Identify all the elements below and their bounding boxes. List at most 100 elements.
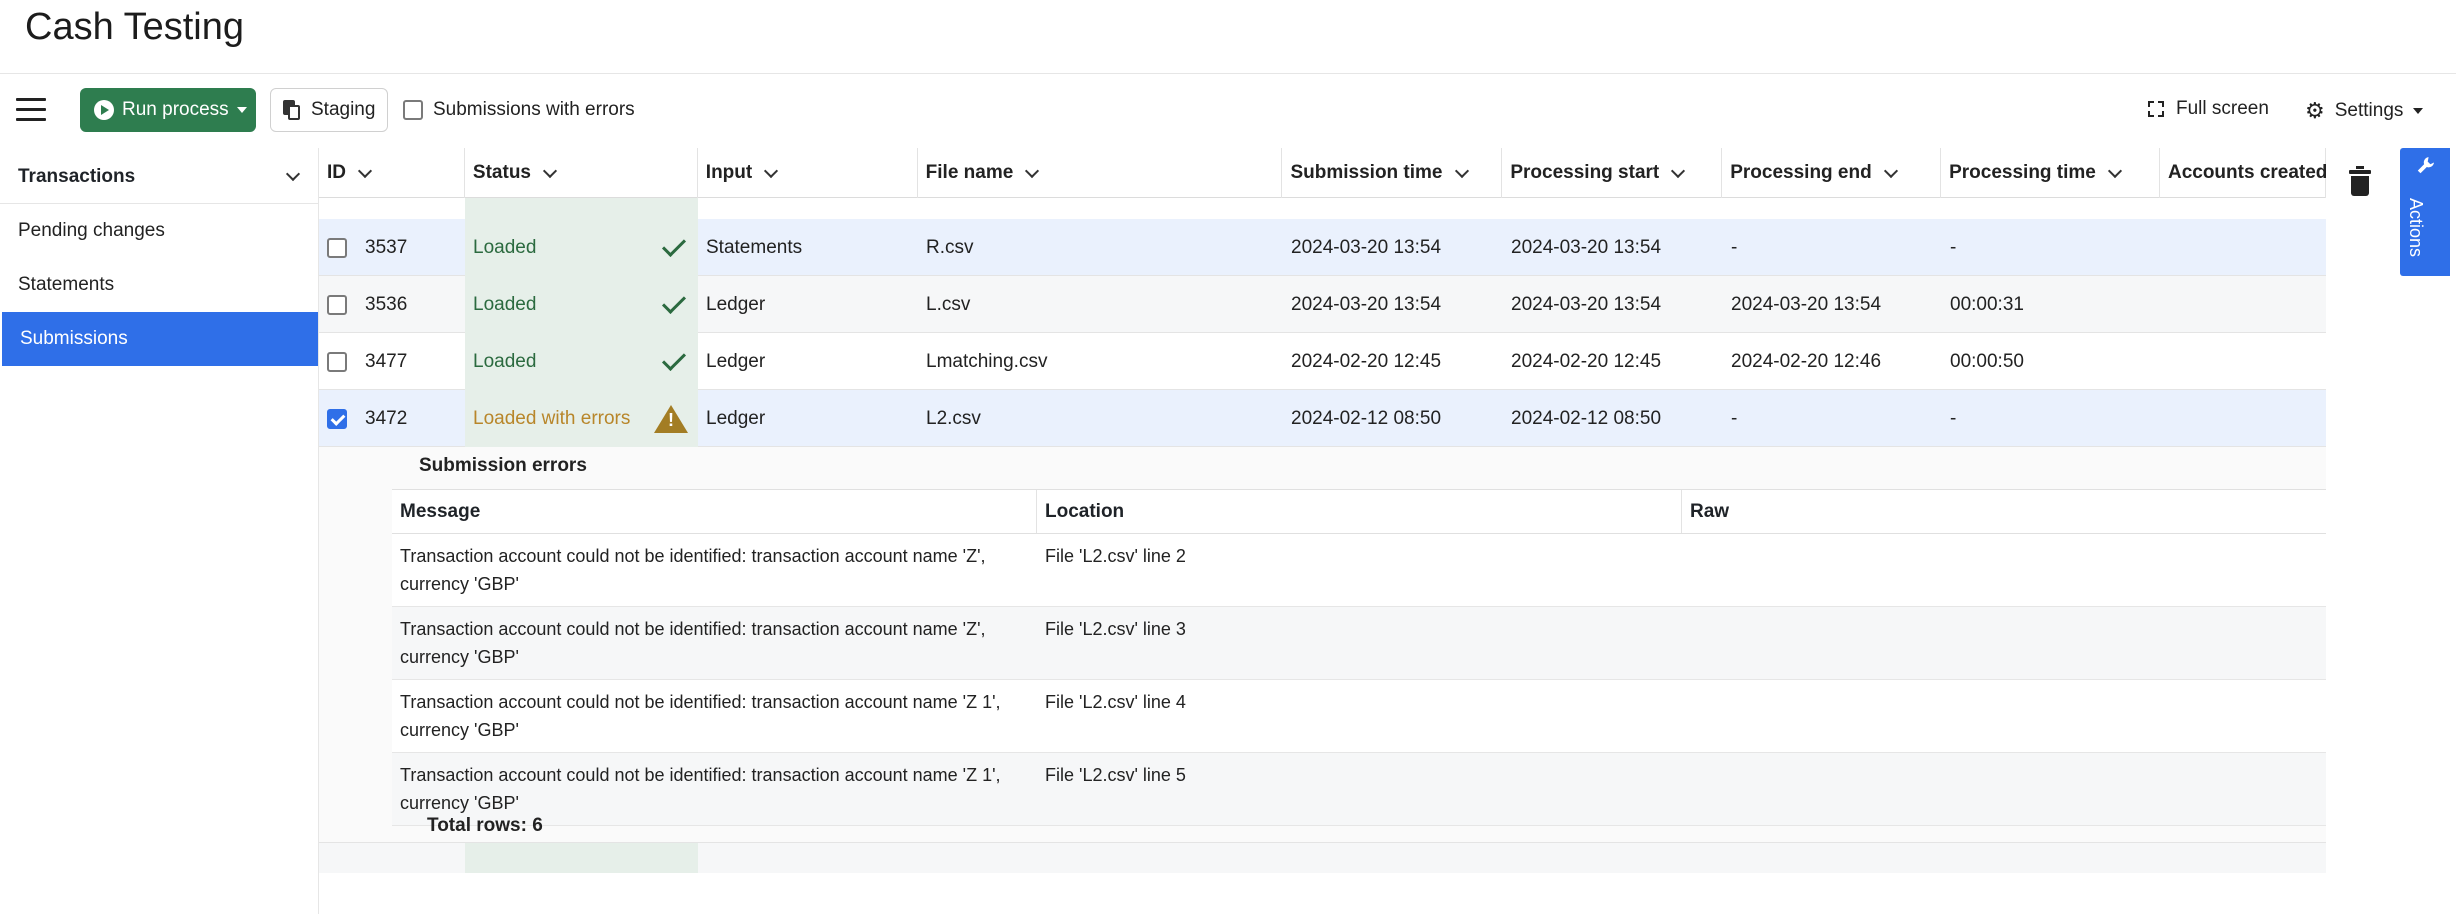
- column-header-input[interactable]: Input: [698, 148, 918, 198]
- error-location: File 'L2.csv' line 3: [1045, 619, 1186, 639]
- cell-input: Ledger: [706, 350, 766, 372]
- cell-processing-end: -: [1731, 407, 1738, 429]
- cell-processing-time: 00:00:31: [1950, 293, 2024, 315]
- column-header-file-name[interactable]: File name: [918, 148, 1283, 198]
- table-row[interactable]: 3477 Loaded Ledger Lmatching.csv 2024-02…: [319, 333, 2326, 390]
- cell-id: 3536: [365, 293, 408, 315]
- row-checkbox[interactable]: [327, 351, 347, 372]
- column-header-location[interactable]: Location: [1037, 490, 1682, 533]
- fullscreen-button[interactable]: Full screen: [2148, 98, 2269, 120]
- cell-file-name: L.csv: [926, 293, 971, 315]
- sidebar-item-submissions[interactable]: Submissions: [2, 312, 318, 366]
- submission-errors-table: Message Location Raw Transaction account…: [392, 489, 2326, 826]
- check-icon: [661, 346, 687, 371]
- settings-label: Settings: [2334, 100, 2404, 121]
- sidebar: Transactions Pending changes Statements …: [0, 150, 318, 366]
- sidebar-header[interactable]: Transactions: [0, 150, 318, 204]
- cell-submission-time: 2024-03-20 13:54: [1291, 293, 1442, 315]
- error-location: File 'L2.csv' line 5: [1045, 765, 1186, 785]
- menu-icon[interactable]: [16, 98, 46, 124]
- column-header-processing-time[interactable]: Processing time: [1941, 148, 2160, 198]
- error-row[interactable]: Transaction account could not be identif…: [392, 534, 2326, 607]
- actions-tab[interactable]: Actions: [2400, 148, 2450, 276]
- row-checkbox[interactable]: [327, 237, 347, 258]
- cell-submission-time: 2024-02-12 08:50: [1291, 407, 1442, 429]
- grid-header: ID Status Input File name Submission tim…: [319, 148, 2326, 198]
- error-location: File 'L2.csv' line 4: [1045, 692, 1186, 712]
- settings-button[interactable]: ⚙ Settings: [2305, 98, 2424, 124]
- error-location: File 'L2.csv' line 2: [1045, 546, 1186, 566]
- cell-id: 3477: [365, 350, 408, 372]
- cell-processing-end: 2024-03-20 13:54: [1731, 293, 1882, 315]
- error-message: Transaction account could not be identif…: [400, 619, 986, 667]
- error-message: Transaction account could not be identif…: [400, 692, 1001, 740]
- error-raw: [1682, 753, 2326, 825]
- table-row[interactable]: 3536 Loaded Ledger L.csv 2024-03-20 13:5…: [319, 276, 2326, 333]
- column-header-raw[interactable]: Raw: [1682, 490, 2326, 533]
- sidebar-item-statements[interactable]: Statements: [0, 258, 318, 312]
- chevron-down-icon: [285, 166, 301, 182]
- wrench-icon: [2417, 157, 2434, 174]
- column-header-id[interactable]: ID: [319, 148, 465, 198]
- caret-down-icon: [2413, 108, 2424, 114]
- cell-processing-start: 2024-02-12 08:50: [1511, 407, 1662, 429]
- column-header-processing-end[interactable]: Processing end: [1722, 148, 1942, 198]
- error-raw: [1682, 680, 2326, 752]
- cell-processing-start: 2024-03-20 13:54: [1511, 293, 1662, 315]
- row-checkbox[interactable]: [327, 408, 347, 429]
- row-checkbox[interactable]: [327, 294, 347, 315]
- title-divider: [0, 73, 2456, 74]
- gear-icon: ⚙: [2305, 98, 2325, 123]
- error-raw: [1682, 607, 2326, 679]
- cell-id: 3472: [365, 407, 408, 429]
- error-row[interactable]: Transaction account could not be identif…: [392, 753, 2326, 826]
- fullscreen-icon: [2148, 101, 2164, 117]
- cell-status: Loaded: [473, 350, 537, 372]
- warning-icon: [654, 404, 688, 433]
- play-icon: [94, 100, 114, 120]
- cell-processing-end: -: [1731, 236, 1738, 258]
- fullscreen-label: Full screen: [2176, 98, 2269, 119]
- sidebar-header-label: Transactions: [18, 165, 136, 187]
- error-message: Transaction account could not be identif…: [400, 546, 986, 594]
- cell-processing-time: -: [1950, 407, 1957, 429]
- copy-icon: [283, 100, 301, 120]
- submissions-with-errors-filter[interactable]: Submissions with errors: [403, 99, 635, 121]
- column-header-status[interactable]: Status: [465, 148, 698, 198]
- cell-file-name: R.csv: [926, 236, 974, 258]
- submissions-grid: ID Status Input File name Submission tim…: [318, 148, 2326, 914]
- column-header-processing-start[interactable]: Processing start: [1502, 148, 1723, 198]
- sidebar-item-pending-changes[interactable]: Pending changes: [0, 204, 318, 258]
- staging-button[interactable]: Staging: [270, 88, 388, 132]
- run-process-button[interactable]: Run process: [80, 88, 256, 132]
- column-header-submission-time[interactable]: Submission time: [1282, 148, 1503, 198]
- staging-label: Staging: [311, 99, 376, 120]
- cell-input: Ledger: [706, 407, 766, 429]
- errors-filter-label: Submissions with errors: [433, 99, 635, 120]
- cell-input: Ledger: [706, 293, 766, 315]
- error-row[interactable]: Transaction account could not be identif…: [392, 680, 2326, 753]
- run-process-label: Run process: [122, 99, 229, 120]
- trash-icon[interactable]: [2349, 166, 2371, 196]
- total-rows: Total rows: 6: [427, 815, 543, 836]
- page-title: Cash Testing: [25, 6, 244, 48]
- cell-id: 3537: [365, 236, 408, 258]
- cell-submission-time: 2024-02-20 12:45: [1291, 350, 1442, 372]
- cell-processing-start: 2024-02-20 12:45: [1511, 350, 1662, 372]
- cell-status: Loaded: [473, 236, 537, 258]
- cell-processing-start: 2024-03-20 13:54: [1511, 236, 1662, 258]
- errors-table-header: Message Location Raw: [392, 490, 2326, 534]
- errors-filter-checkbox[interactable]: [403, 100, 423, 120]
- table-row[interactable]: 3537 Loaded Statements R.csv 2024-03-20 …: [319, 219, 2326, 276]
- error-row[interactable]: Transaction account could not be identif…: [392, 607, 2326, 680]
- cell-input: Statements: [706, 236, 803, 258]
- column-header-message[interactable]: Message: [392, 490, 1037, 533]
- cell-submission-time: 2024-03-20 13:54: [1291, 236, 1442, 258]
- table-row[interactable]: 3472 Loaded with errors Ledger L2.csv 20…: [319, 390, 2326, 447]
- cell-processing-time: -: [1950, 236, 1957, 258]
- next-row-partial: [319, 843, 2326, 873]
- cell-file-name: Lmatching.csv: [926, 350, 1048, 372]
- check-icon: [661, 232, 687, 257]
- caret-down-icon: [236, 107, 247, 113]
- column-header-accounts-created[interactable]: Accounts created: [2160, 148, 2326, 198]
